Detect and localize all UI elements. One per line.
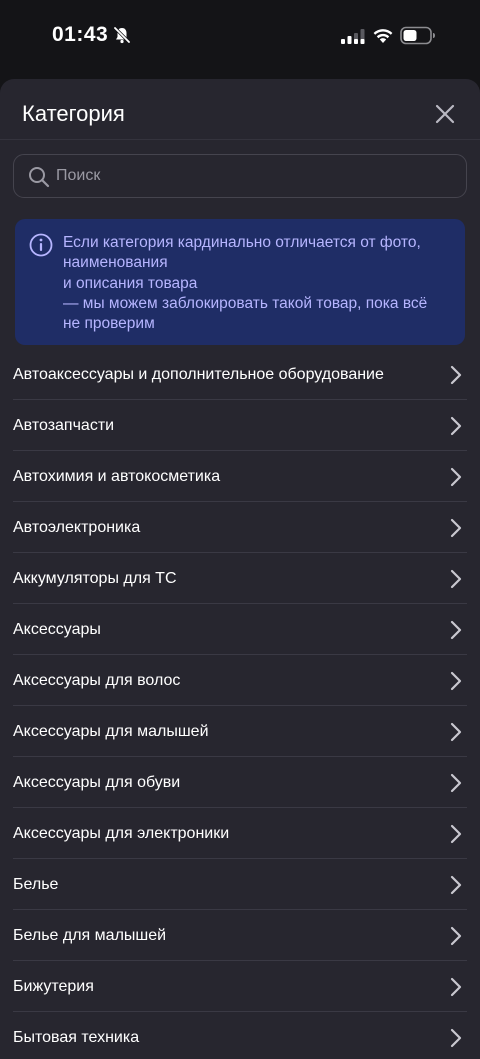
category-label: Аксессуары для электроники	[13, 825, 230, 842]
chevron-right-icon	[450, 926, 462, 946]
close-icon[interactable]	[432, 101, 458, 127]
category-label: Автоэлектроника	[13, 519, 141, 536]
category-label: Автозапчасти	[13, 417, 115, 434]
category-label: Аксессуары для волос	[13, 672, 181, 689]
status-bar: 01:43	[0, 0, 480, 76]
chevron-right-icon	[450, 1028, 462, 1048]
chevron-right-icon	[450, 773, 462, 793]
category-label: Белье для малышей	[13, 927, 167, 944]
info-line: не проверим	[63, 315, 155, 333]
chevron-right-icon	[450, 365, 462, 385]
category-item[interactable]: Автозапчасти	[13, 400, 467, 451]
category-item[interactable]: Аксессуары для малышей	[13, 706, 467, 757]
info-line: наименования	[63, 254, 168, 272]
info-line: — мы можем заблокировать такой товар, по…	[63, 294, 428, 312]
info-line: Если категория кардинально отличается от…	[63, 234, 421, 251]
search-field[interactable]	[13, 154, 467, 198]
search-icon	[29, 167, 50, 188]
category-item[interactable]: Белье	[13, 859, 467, 910]
category-item[interactable]: Автоаксессуары и дополнительное оборудов…	[13, 349, 467, 400]
category-list: Автоаксессуары и дополнительное оборудов…	[0, 349, 480, 1059]
info-line: и описания товара	[63, 274, 198, 292]
info-icon	[29, 233, 53, 257]
wifi-icon	[373, 29, 393, 43]
category-item[interactable]: Бижутерия	[13, 961, 467, 1012]
category-item[interactable]: Автохимия и автокосметика	[13, 451, 467, 502]
category-item[interactable]: Автоэлектроника	[13, 502, 467, 553]
category-item[interactable]: Аксессуары	[13, 604, 467, 655]
chevron-right-icon	[450, 671, 462, 691]
category-item[interactable]: Аккумуляторы для ТС	[13, 553, 467, 604]
battery-icon	[400, 26, 435, 45]
category-label: Аккумуляторы для ТС	[13, 570, 177, 587]
category-label: Бытовая техника	[13, 1029, 140, 1046]
category-label: Белье	[13, 876, 59, 893]
category-sheet: Категория Если категория кардинально отл…	[0, 79, 480, 1059]
category-label: Аксессуары	[13, 621, 101, 638]
bell-slash-icon	[113, 26, 131, 44]
category-label: Аксессуары для малышей	[13, 723, 209, 740]
category-item[interactable]: Аксессуары для волос	[13, 655, 467, 706]
chevron-right-icon	[450, 977, 462, 997]
chevron-right-icon	[450, 569, 462, 589]
category-item[interactable]: Аксессуары для электроники	[13, 808, 467, 859]
chevron-right-icon	[450, 620, 462, 640]
sheet-header: Категория	[0, 79, 480, 140]
search-input[interactable]	[56, 155, 456, 197]
category-label: Автохимия и автокосметика	[13, 468, 221, 485]
info-banner: Если категория кардинально отличается от…	[15, 219, 465, 345]
chevron-right-icon	[450, 722, 462, 742]
category-label: Автоаксессуары и дополнительное оборудов…	[13, 366, 384, 383]
category-label: Бижутерия	[13, 978, 94, 995]
chevron-right-icon	[450, 518, 462, 538]
chevron-right-icon	[450, 467, 462, 487]
chevron-right-icon	[450, 416, 462, 436]
status-time: 01:43	[52, 23, 109, 46]
signal-icon	[341, 29, 365, 44]
chevron-right-icon	[450, 824, 462, 844]
category-item[interactable]: Белье для малышей	[13, 910, 467, 961]
chevron-right-icon	[450, 875, 462, 895]
category-item[interactable]: Бытовая техника	[13, 1012, 467, 1059]
category-label: Аксессуары для обуви	[13, 774, 181, 791]
info-text: Если категория кардинально отличается от…	[63, 233, 459, 334]
sheet-title: Категория	[22, 101, 125, 126]
category-item[interactable]: Аксессуары для обуви	[13, 757, 467, 808]
